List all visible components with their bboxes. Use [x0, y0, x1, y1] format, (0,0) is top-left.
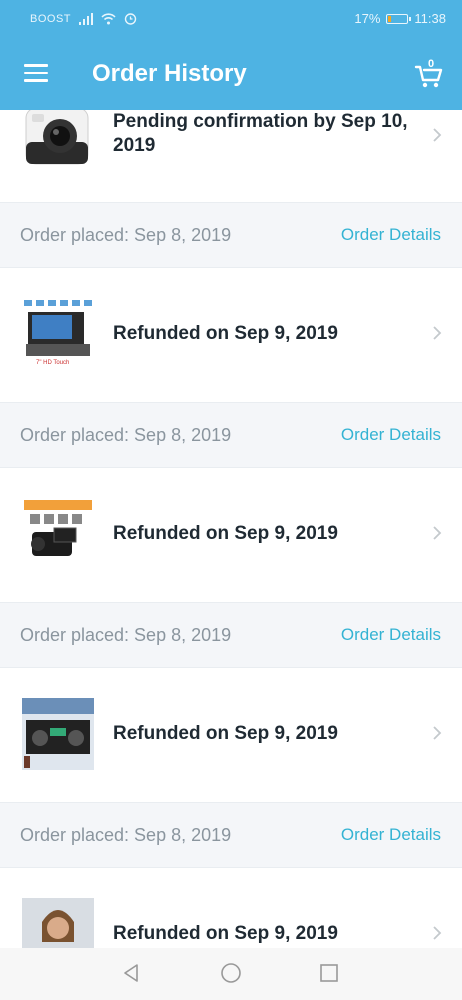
order-placed-date: Order placed: Sep 8, 2019	[20, 625, 232, 645]
car-stereo-icon: 7" HD Touch	[22, 298, 94, 370]
order-placed-date: Order placed: Sep 8, 2019	[20, 225, 232, 245]
order-placed-date: Order placed: Sep 8, 2019	[20, 825, 232, 845]
order-placed-date: Order placed: Sep 8, 2019	[20, 425, 232, 445]
signal-icon	[79, 12, 94, 25]
chevron-right-icon	[433, 526, 442, 540]
svg-text:7" HD Touch: 7" HD Touch	[36, 360, 69, 366]
order-status: Refunded on Sep 9, 2019	[113, 923, 338, 944]
system-nav-bar	[0, 948, 462, 1000]
order-item[interactable]: Refunded on Sep 9, 2019	[0, 468, 462, 602]
order-list: Pending confirmation by Sep 10, 2019 Ord…	[0, 110, 462, 948]
recents-icon[interactable]	[318, 962, 340, 984]
order-details-link[interactable]: Order Details	[341, 825, 441, 845]
person-photo-icon	[22, 898, 94, 948]
status-bar: BOOST 17% 11:38	[0, 0, 462, 38]
amplifier-icon	[22, 698, 94, 770]
order-item[interactable]: 7" HD Touch Refunded on Sep 9, 2019	[0, 268, 462, 402]
chevron-right-icon	[433, 128, 442, 142]
battery-percent: 17%	[354, 11, 381, 26]
order-status: Refunded on Sep 9, 2019	[113, 523, 338, 544]
order-status: Refunded on Sep 9, 2019	[113, 323, 338, 344]
chevron-right-icon	[433, 326, 442, 340]
order-date-header: Order placed: Sep 8, 2019 Order Details	[0, 802, 462, 868]
carrier-name: BOOST	[30, 12, 72, 25]
order-item[interactable]: Pending confirmation by Sep 10, 2019	[0, 110, 462, 202]
home-icon[interactable]	[220, 962, 242, 984]
menu-icon[interactable]	[24, 64, 48, 84]
video-camera-icon	[22, 498, 94, 570]
order-details-link[interactable]: Order Details	[341, 625, 441, 645]
cart-icon: 0	[414, 58, 443, 88]
battery-icon	[386, 13, 412, 24]
alarm-icon	[124, 13, 137, 25]
app-bar: Order History 0	[0, 38, 462, 110]
back-icon[interactable]	[120, 962, 142, 984]
order-details-link[interactable]: Order Details	[341, 425, 441, 445]
order-date-header: Order placed: Sep 8, 2019 Order Details	[0, 402, 462, 468]
cart-count: 0	[428, 58, 434, 70]
page-title: Order History	[92, 60, 247, 87]
cart-button[interactable]: 0	[414, 58, 444, 90]
order-status: Pending confirmation by Sep 10, 2019	[113, 111, 408, 156]
chevron-right-icon	[433, 726, 442, 740]
order-status: Refunded on Sep 9, 2019	[113, 723, 338, 744]
order-details-link[interactable]: Order Details	[341, 225, 441, 245]
clock: 11:38	[414, 11, 446, 26]
wifi-icon	[101, 12, 116, 24]
order-item[interactable]: Refunded on Sep 9, 2019	[0, 868, 462, 948]
instant-camera-icon	[22, 110, 94, 172]
order-date-header: Order placed: Sep 8, 2019 Order Details	[0, 602, 462, 668]
order-date-header: Order placed: Sep 8, 2019 Order Details	[0, 202, 462, 268]
order-item[interactable]: Refunded on Sep 9, 2019	[0, 668, 462, 802]
chevron-right-icon	[433, 926, 442, 940]
